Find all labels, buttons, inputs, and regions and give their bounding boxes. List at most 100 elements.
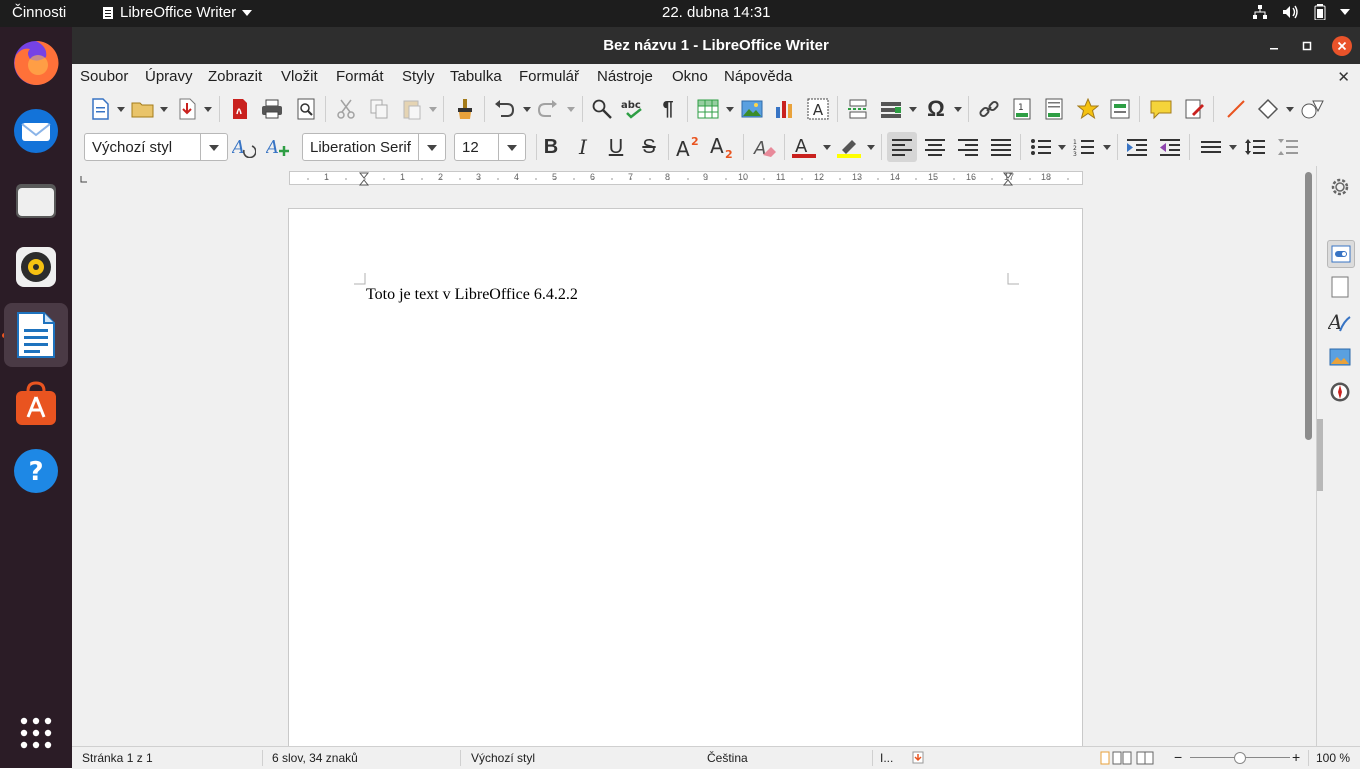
insert-bookmark-icon[interactable] (1075, 96, 1101, 122)
menu-tabulka[interactable]: Tabulka (450, 68, 502, 85)
update-style-icon[interactable]: A (231, 134, 257, 160)
underline-icon[interactable]: U (603, 134, 629, 160)
justify-icon[interactable] (988, 134, 1014, 160)
clock[interactable]: 22. dubna 14:31 (662, 4, 770, 21)
activities-button[interactable]: Činnosti (12, 4, 66, 21)
menu-nastroje[interactable]: Nástroje (597, 68, 653, 85)
libreoffice-writer-icon[interactable] (4, 303, 68, 367)
special-character-dropdown-icon[interactable] (954, 107, 962, 112)
chevron-down-icon[interactable] (418, 134, 445, 160)
view-layout-icon[interactable] (1100, 751, 1160, 765)
export-pdf-icon[interactable] (227, 96, 253, 122)
rhythmbox-icon[interactable] (8, 239, 64, 295)
draw-functions-icon[interactable] (1300, 96, 1326, 122)
thunderbird-icon[interactable] (8, 103, 64, 159)
chevron-down-icon[interactable] (200, 134, 227, 160)
subscript-icon[interactable]: A2 (710, 134, 736, 160)
maximize-button[interactable] (1297, 36, 1317, 56)
document-text[interactable]: Toto je text v LibreOffice 6.4.2.2 (366, 286, 578, 304)
page-style[interactable]: Výchozí styl (471, 751, 535, 765)
decrease-paragraph-spacing-icon[interactable] (1275, 134, 1301, 160)
page-count[interactable]: Stránka 1 z 1 (82, 751, 153, 765)
zoom-in-button[interactable]: + (1292, 749, 1300, 765)
unordered-list-dropdown-icon[interactable] (1058, 145, 1066, 150)
sidebar-gallery-icon[interactable] (1327, 344, 1353, 370)
formatting-marks-icon[interactable]: ¶ (655, 96, 681, 122)
spelling-icon[interactable]: abc (621, 96, 647, 122)
menu-okno[interactable]: Okno (672, 68, 708, 85)
files-icon[interactable] (8, 171, 64, 227)
undo-icon[interactable] (491, 96, 517, 122)
insert-comment-icon[interactable] (1148, 96, 1174, 122)
increase-indent-icon[interactable] (1124, 134, 1150, 160)
chevron-down-icon[interactable] (498, 134, 525, 160)
close-window-button[interactable] (1332, 36, 1352, 56)
align-left-icon[interactable] (887, 132, 917, 162)
sidebar-properties-icon[interactable] (1327, 240, 1355, 268)
line-spacing-icon[interactable] (1198, 134, 1224, 160)
software-center-icon[interactable] (8, 375, 64, 431)
redo-dropdown-icon[interactable] (567, 107, 575, 112)
insert-hyperlink-icon[interactable] (976, 96, 1002, 122)
special-character-icon[interactable]: Ω (923, 96, 949, 122)
insert-text-box-icon[interactable]: A (805, 96, 831, 122)
save-icon[interactable] (174, 96, 200, 122)
scrollbar-thumb[interactable] (1305, 172, 1312, 440)
minimize-button[interactable] (1264, 36, 1284, 56)
menu-format[interactable]: Formát (336, 68, 384, 85)
insert-field-icon[interactable] (878, 96, 904, 122)
redo-icon[interactable] (535, 96, 561, 122)
insert-footnote-icon[interactable]: 1 (1009, 96, 1035, 122)
language[interactable]: Čeština (707, 751, 748, 765)
paste-icon[interactable] (399, 96, 425, 122)
insert-page-break-icon[interactable] (845, 96, 871, 122)
tab-stop-icon[interactable] (80, 176, 88, 184)
open-dropdown-icon[interactable] (160, 107, 168, 112)
track-changes-icon[interactable] (1182, 96, 1208, 122)
strikethrough-icon[interactable]: S (636, 134, 662, 160)
app-menu[interactable]: LibreOffice Writer (102, 4, 253, 21)
paste-dropdown-icon[interactable] (429, 107, 437, 112)
insert-cross-reference-icon[interactable] (1107, 96, 1133, 122)
firefox-icon[interactable] (8, 35, 64, 91)
highlight-color-icon[interactable] (836, 134, 862, 160)
menu-napoveda[interactable]: Nápověda (724, 68, 792, 85)
superscript-icon[interactable]: A2 (676, 134, 702, 160)
font-size-combo[interactable]: 12 (454, 133, 526, 161)
insert-endnote-icon[interactable] (1041, 96, 1067, 122)
shapes-dropdown-icon[interactable] (1286, 107, 1294, 112)
insert-chart-icon[interactable] (772, 96, 798, 122)
vertical-scrollbar[interactable] (1302, 166, 1316, 746)
increase-paragraph-spacing-icon[interactable] (1242, 134, 1268, 160)
copy-icon[interactable] (366, 96, 392, 122)
document-modified-icon[interactable] (912, 751, 924, 764)
word-count[interactable]: 6 slov, 34 znaků (272, 751, 358, 765)
sidebar-navigator-icon[interactable] (1327, 379, 1353, 405)
line-spacing-dropdown-icon[interactable] (1229, 145, 1237, 150)
clone-formatting-icon[interactable] (452, 96, 478, 122)
show-applications-icon[interactable] (8, 705, 64, 761)
highlight-dropdown-icon[interactable] (867, 145, 875, 150)
paragraph-style-combo[interactable]: Výchozí styl (84, 133, 228, 161)
unordered-list-icon[interactable] (1028, 134, 1054, 160)
save-dropdown-icon[interactable] (204, 107, 212, 112)
title-bar[interactable]: Bez názvu 1 - LibreOffice Writer (72, 27, 1360, 64)
print-icon[interactable] (259, 96, 285, 122)
print-preview-icon[interactable] (293, 96, 319, 122)
italic-icon[interactable]: I (570, 134, 596, 160)
sidebar-styles-icon[interactable]: A (1327, 309, 1353, 335)
font-name-combo[interactable]: Liberation Serif (302, 133, 446, 161)
ordered-list-dropdown-icon[interactable] (1103, 145, 1111, 150)
menu-formular[interactable]: Formulář (519, 68, 579, 85)
new-dropdown-icon[interactable] (117, 107, 125, 112)
help-icon[interactable]: ? (8, 443, 64, 499)
menu-zobrazit[interactable]: Zobrazit (208, 68, 262, 85)
insert-line-icon[interactable] (1223, 96, 1249, 122)
close-document-button[interactable]: ✕ (1337, 68, 1350, 86)
menu-upravy[interactable]: Úpravy (145, 68, 193, 85)
open-folder-icon[interactable] (130, 96, 156, 122)
sidebar-settings-icon[interactable] (1327, 174, 1353, 200)
decrease-indent-icon[interactable] (1157, 134, 1183, 160)
font-color-icon[interactable]: A (791, 134, 817, 160)
insert-table-icon[interactable] (695, 96, 721, 122)
